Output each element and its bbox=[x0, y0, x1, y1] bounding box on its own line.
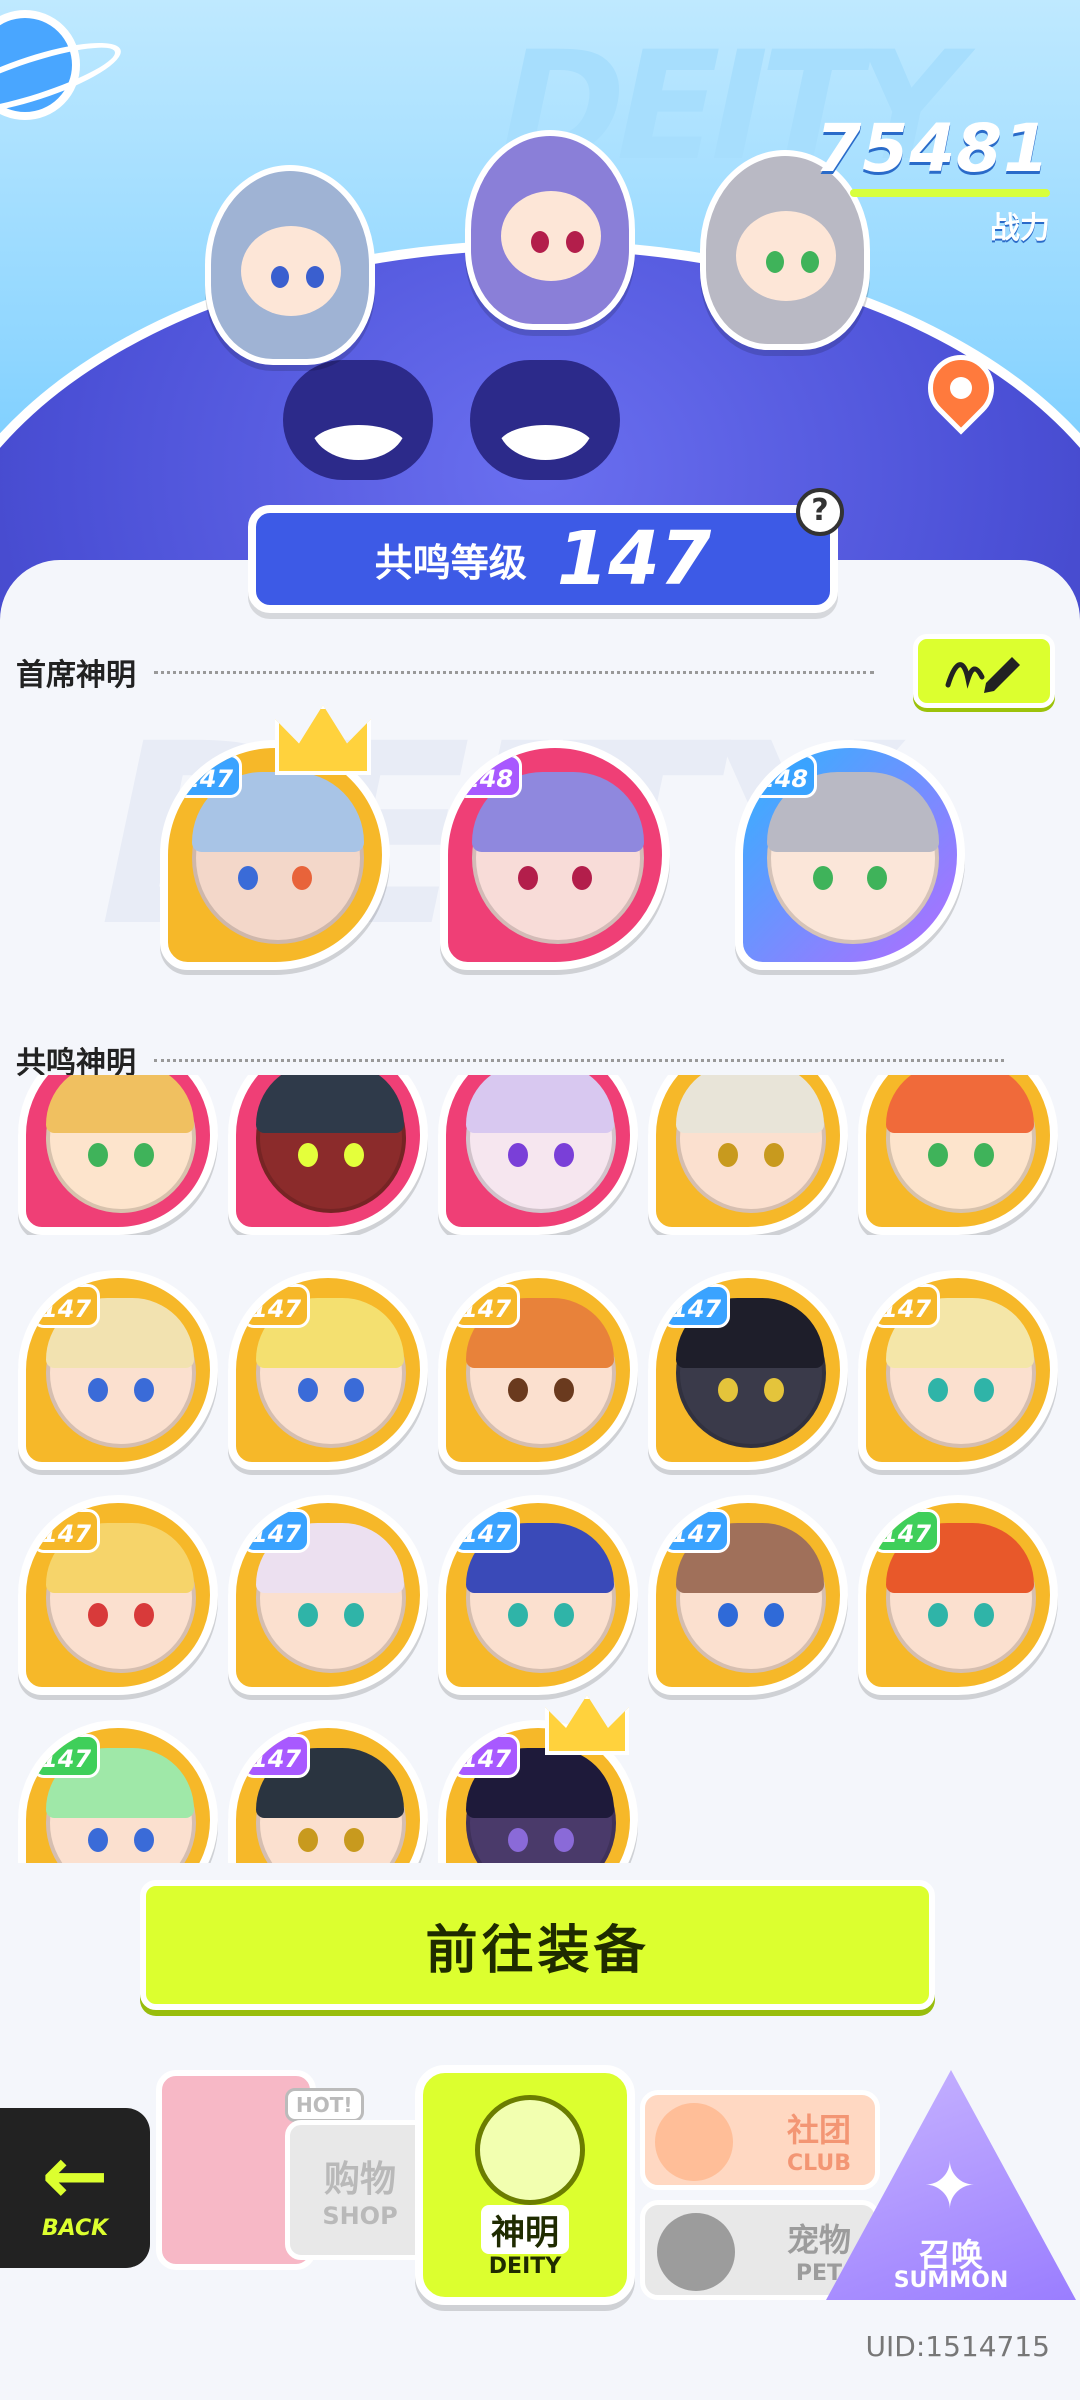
edit-button[interactable] bbox=[913, 634, 1055, 708]
level-badge: 148 bbox=[749, 754, 818, 798]
deity-card[interactable]: 147 bbox=[648, 1495, 848, 1695]
go-equip-button[interactable]: 前往装备 bbox=[140, 1880, 935, 2010]
combat-power-value: 75481 bbox=[815, 110, 1050, 187]
nav-deity-label-en: DEITY bbox=[488, 2254, 562, 2279]
nav-shop-label: 购物 bbox=[323, 2159, 396, 2200]
deity-card[interactable]: 147 bbox=[228, 1270, 428, 1470]
combat-power-label: 战力 bbox=[990, 211, 1050, 246]
featured-deity-3[interactable]: 148 bbox=[735, 740, 965, 970]
level-badge: 147 bbox=[242, 1284, 311, 1328]
level-badge: 147 bbox=[872, 1509, 941, 1553]
featured-deity-2[interactable]: 148 bbox=[440, 740, 670, 970]
globe-eye-left bbox=[283, 360, 433, 480]
deity-card[interactable]: 147 bbox=[18, 1270, 218, 1470]
featured-deities-title: 首席神明 bbox=[16, 658, 136, 693]
level-badge: 147 bbox=[242, 1734, 311, 1778]
back-arrow-icon: ← bbox=[41, 2128, 109, 2222]
level-badge: 147 bbox=[452, 1734, 521, 1778]
combat-power-bar bbox=[850, 189, 1050, 197]
nav-shop[interactable]: HOT! 购物 SHOP bbox=[150, 2060, 435, 2280]
nav-deity[interactable]: 神明 DEITY bbox=[415, 2065, 635, 2305]
deity-card[interactable]: 147 bbox=[438, 1270, 638, 1470]
level-badge: 147 bbox=[242, 1509, 311, 1553]
user-id: UID:1514715 bbox=[865, 2330, 1050, 2363]
resonance-level-label: 共鸣等级 bbox=[374, 540, 527, 585]
deity-grid-row-4-clip: 147 147 147 bbox=[0, 1720, 1080, 1863]
featured-deities-header: 首席神明 bbox=[16, 650, 874, 694]
globe-eye-right bbox=[470, 360, 620, 480]
level-badge: 148 bbox=[454, 754, 523, 798]
level-badge: 147 bbox=[452, 1509, 521, 1553]
nav-summon[interactable]: ✦ 召唤 SUMMON bbox=[826, 2070, 1076, 2320]
deity-card[interactable] bbox=[858, 1075, 1058, 1235]
deity-card[interactable]: 147 bbox=[228, 1495, 428, 1695]
deity-card[interactable]: 147 bbox=[858, 1495, 1058, 1695]
deity-card[interactable]: 147 bbox=[438, 1495, 638, 1695]
nav-deity-label: 神明 bbox=[481, 2205, 569, 2254]
deity-card[interactable]: 147 bbox=[648, 1270, 848, 1470]
deity-card[interactable] bbox=[18, 1075, 218, 1235]
planet-icon bbox=[0, 10, 80, 120]
crown-icon bbox=[545, 1695, 629, 1755]
club-bag-icon bbox=[655, 2103, 733, 2181]
level-badge: 147 bbox=[662, 1284, 731, 1328]
pet-lock-icon bbox=[657, 2213, 735, 2291]
help-icon[interactable]: ? bbox=[796, 488, 844, 536]
back-button[interactable]: ← BACK bbox=[0, 2108, 150, 2268]
deity-card[interactable] bbox=[648, 1075, 848, 1235]
combat-power: 75481 战力 bbox=[815, 110, 1050, 247]
deity-card[interactable]: 147 bbox=[18, 1720, 218, 1863]
level-badge: 147 bbox=[32, 1284, 101, 1328]
level-badge: 147 bbox=[452, 1284, 521, 1328]
back-label: BACK bbox=[41, 2215, 109, 2241]
chibi-character-2[interactable] bbox=[465, 130, 635, 330]
sparkle-icon: ✦ bbox=[923, 2150, 977, 2224]
pencil-icon bbox=[945, 657, 1020, 693]
divider bbox=[154, 1058, 1004, 1062]
level-badge: 147 bbox=[32, 1509, 101, 1553]
deity-card[interactable]: 147 bbox=[228, 1720, 428, 1863]
chibi-character-1[interactable] bbox=[205, 165, 375, 365]
resonance-level-value: 147 bbox=[556, 516, 712, 602]
nav-shop-label-en: SHOP bbox=[322, 2202, 398, 2230]
nav-summon-label-en: SUMMON bbox=[893, 2268, 1009, 2293]
resonance-level-banner: 共鸣等级 147 bbox=[248, 505, 838, 613]
divider bbox=[154, 670, 874, 674]
deity-card[interactable] bbox=[228, 1075, 428, 1235]
deity-character-icon bbox=[475, 2095, 585, 2205]
level-badge: 147 bbox=[662, 1509, 731, 1553]
deity-grid-row-1-clip bbox=[0, 1075, 1080, 1235]
deity-card[interactable] bbox=[438, 1075, 638, 1235]
deity-card[interactable]: 147 bbox=[858, 1270, 1058, 1470]
deity-card[interactable]: 147 bbox=[18, 1495, 218, 1695]
level-badge: 147 bbox=[174, 754, 243, 798]
nav-shop-tag: 购物 SHOP bbox=[285, 2120, 435, 2260]
level-badge: 147 bbox=[872, 1284, 941, 1328]
level-badge: 147 bbox=[32, 1734, 101, 1778]
hot-badge: HOT! bbox=[285, 2088, 364, 2122]
